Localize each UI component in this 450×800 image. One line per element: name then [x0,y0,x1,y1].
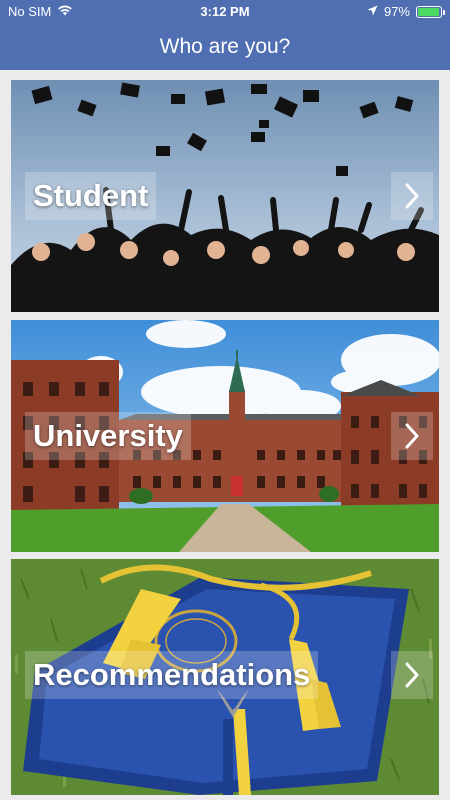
status-bar: No SIM 3:12 PM 97% [0,0,450,24]
university-card[interactable]: University [11,320,439,552]
recommendations-card[interactable]: Recommendations [11,559,439,795]
student-label: Student [25,172,157,220]
location-arrow-icon [367,4,378,19]
chevron-right-icon [391,651,433,699]
status-right: 97% [367,4,445,19]
recommendations-label: Recommendations [25,651,319,699]
nav-header: Who are you? [0,24,450,70]
content-area: Student University Recommendations [0,70,450,800]
university-label: University [25,412,191,460]
student-card[interactable]: Student [11,80,439,312]
battery-fill [418,7,440,16]
battery-tip [443,9,445,15]
battery-percent: 97% [383,4,410,19]
battery-icon [416,5,445,18]
chevron-right-icon [391,172,433,220]
page-title: Who are you? [159,35,291,58]
chevron-right-icon [391,412,433,460]
